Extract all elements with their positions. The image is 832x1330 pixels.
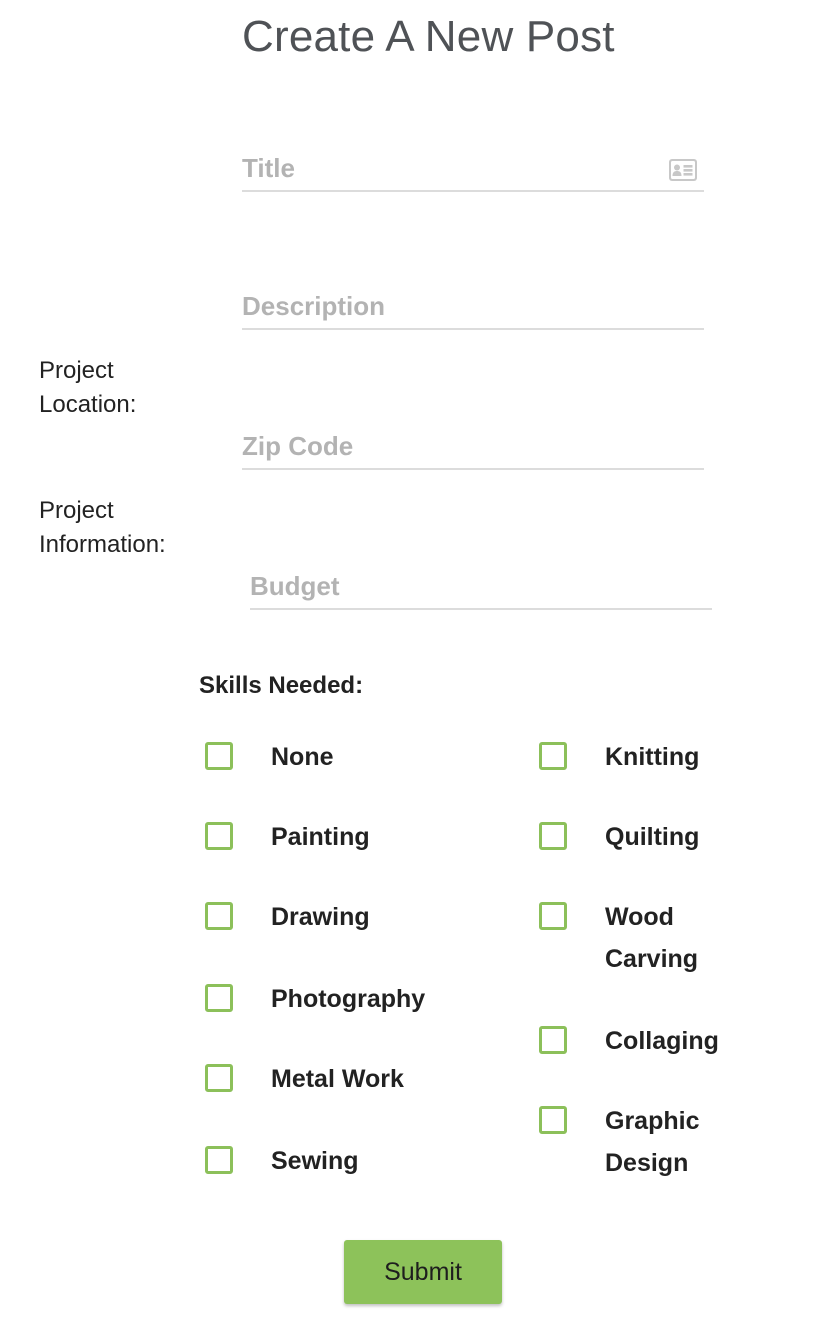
- checkbox[interactable]: [539, 1026, 567, 1054]
- title-input[interactable]: [242, 146, 704, 190]
- skill-painting[interactable]: Painting: [205, 822, 401, 858]
- page-title: Create A New Post: [242, 12, 615, 61]
- skill-knitting[interactable]: Knitting: [539, 742, 735, 778]
- skill-none[interactable]: None: [205, 742, 401, 778]
- skill-label: Wood Carving: [605, 903, 699, 973]
- checkbox[interactable]: [539, 1106, 567, 1134]
- submit-button[interactable]: Submit: [344, 1240, 502, 1304]
- budget-input[interactable]: [250, 564, 712, 608]
- description-field-container: [242, 284, 704, 330]
- checkbox[interactable]: [205, 1146, 233, 1174]
- skill-collaging[interactable]: Collaging: [539, 1026, 765, 1062]
- skill-drawing[interactable]: Drawing: [205, 902, 401, 938]
- budget-field-container: [250, 564, 712, 610]
- checkbox[interactable]: [205, 1064, 233, 1092]
- skill-photography[interactable]: Photography: [205, 984, 471, 1020]
- skill-graphic-design[interactable]: Graphic Design: [539, 1106, 715, 1184]
- skill-quilting[interactable]: Quilting: [539, 822, 735, 858]
- skill-label: Sewing: [271, 1147, 359, 1175]
- skill-label: Quilting: [605, 823, 700, 851]
- skills-needed-heading: Skills Needed:: [199, 672, 364, 699]
- zip-code-field-container: [242, 424, 704, 470]
- skill-sewing[interactable]: Sewing: [205, 1146, 401, 1182]
- checkbox[interactable]: [539, 902, 567, 930]
- skill-metal-work[interactable]: Metal Work: [205, 1064, 471, 1100]
- skill-label: None: [271, 743, 334, 771]
- skill-label: Collaging: [605, 1027, 719, 1055]
- project-location-label: Project Location:: [39, 357, 137, 418]
- checkbox[interactable]: [205, 902, 233, 930]
- description-input[interactable]: [242, 284, 704, 328]
- id-card-icon: [669, 159, 697, 181]
- checkbox[interactable]: [205, 742, 233, 770]
- skill-label: Knitting: [605, 743, 700, 771]
- checkbox[interactable]: [539, 742, 567, 770]
- skill-label: Painting: [271, 823, 370, 851]
- skill-wood-carving[interactable]: Wood Carving: [539, 902, 715, 980]
- skill-label: Drawing: [271, 903, 370, 931]
- checkbox[interactable]: [205, 822, 233, 850]
- project-information-label: Project Information:: [39, 497, 166, 558]
- zip-code-input[interactable]: [242, 424, 704, 468]
- skill-label: Photography: [271, 985, 426, 1013]
- skill-label: Graphic Design: [605, 1107, 700, 1177]
- skill-label: Metal Work: [271, 1065, 404, 1093]
- checkbox[interactable]: [539, 822, 567, 850]
- checkbox[interactable]: [205, 984, 233, 1012]
- title-field-container: [242, 146, 704, 192]
